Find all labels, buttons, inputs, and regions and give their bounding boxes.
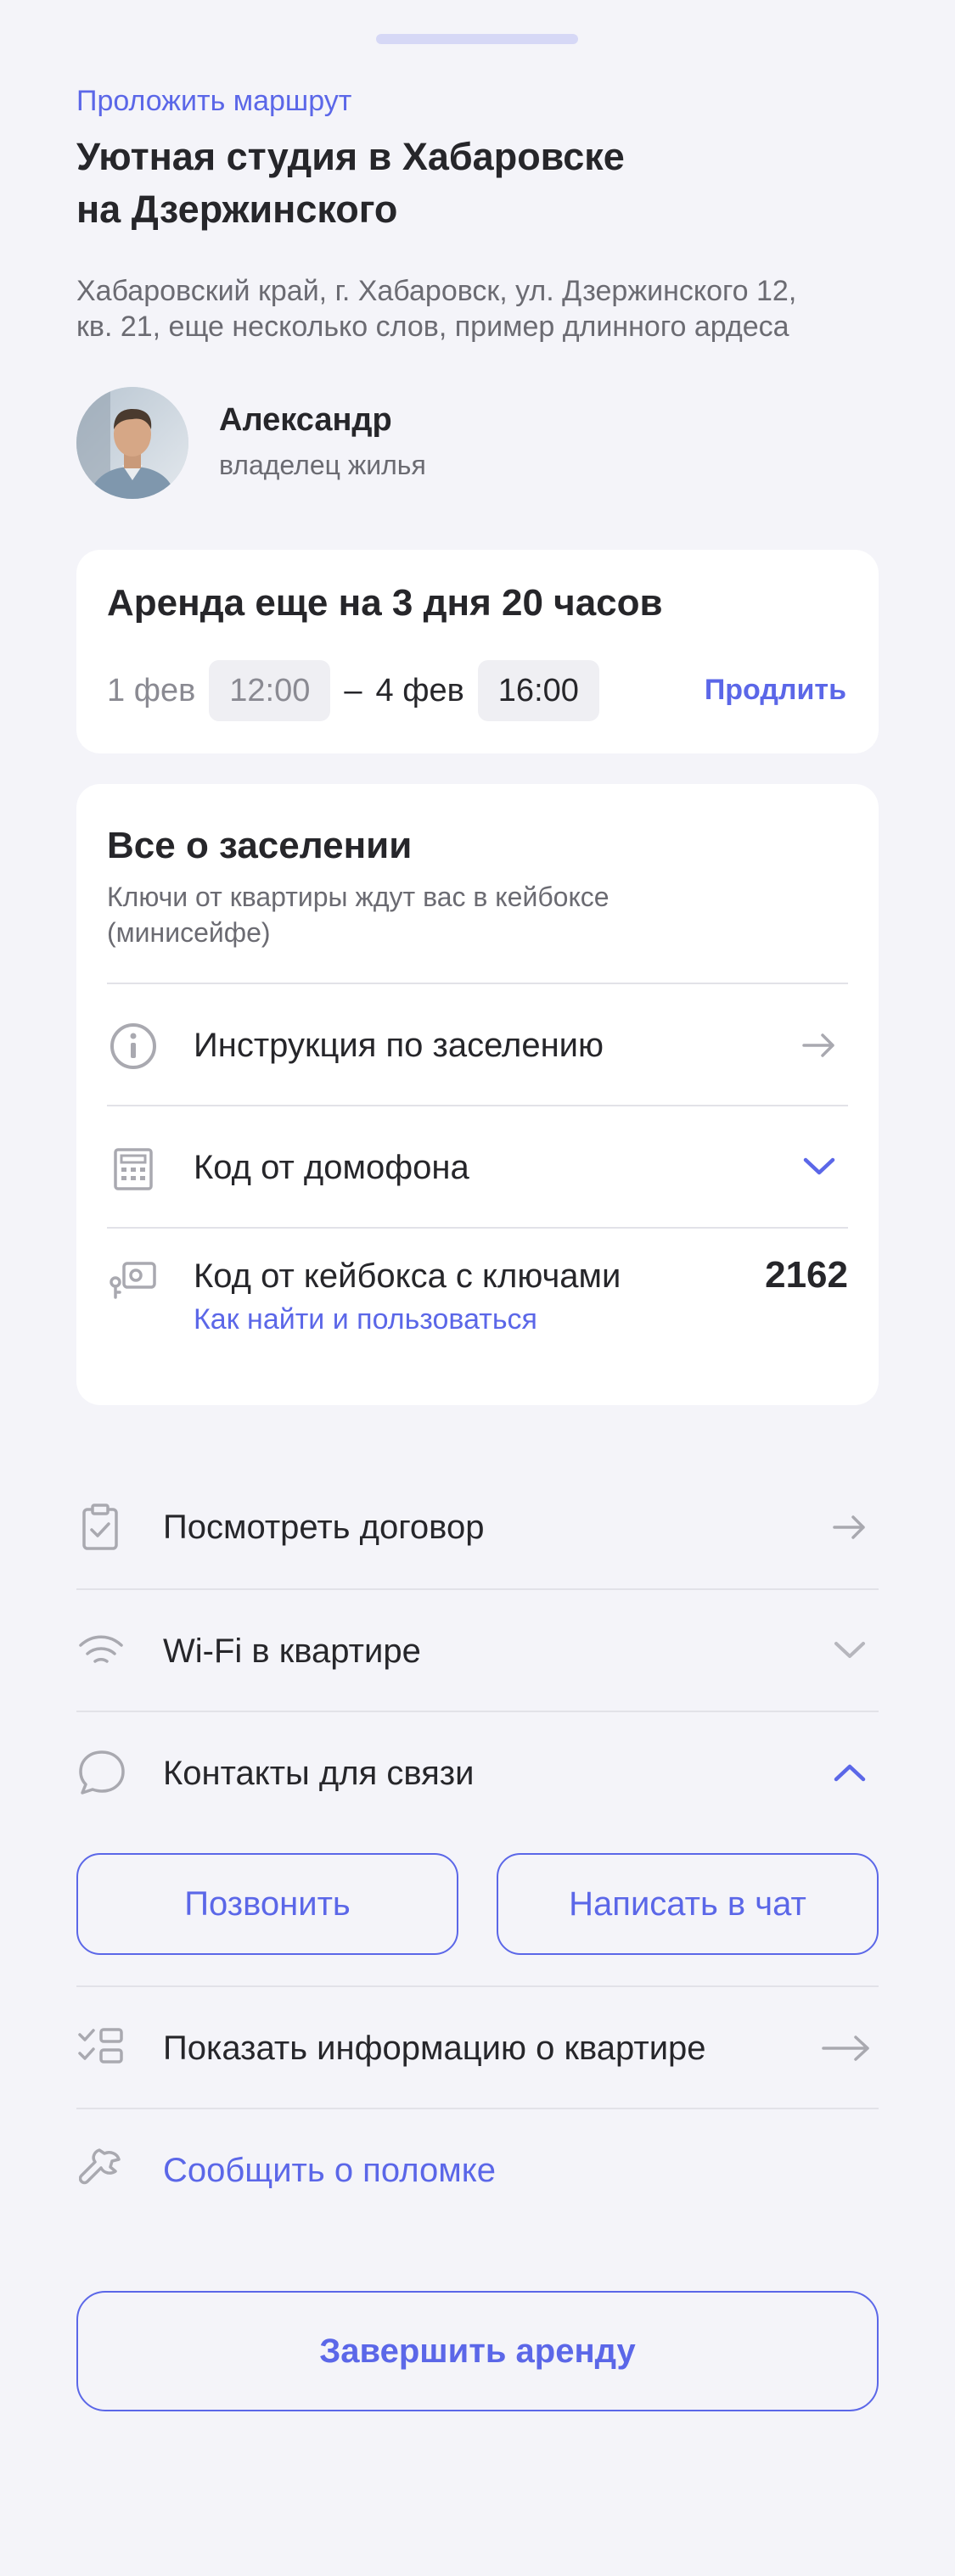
contract-row[interactable]: Посмотреть договор <box>76 1464 879 1590</box>
call-button[interactable]: Позвонить <box>76 1853 458 1955</box>
arrow-right-icon <box>833 1514 867 1541</box>
report-breakdown-row[interactable]: Сообщить о поломке <box>76 2109 879 2230</box>
listing-title: Уютная студия в Хабаровске на Дзержинско… <box>76 131 840 236</box>
owner-name: Александр <box>219 402 392 438</box>
keybox-label: Код от кейбокса с ключами <box>194 1257 621 1295</box>
listing-address: Хабаровский край, г. Хабаровск, ул. Дзер… <box>76 273 891 344</box>
checkin-subtitle-line1: Ключи от квартиры ждут вас в кейбоксе <box>107 882 610 912</box>
chat-bubble-icon <box>76 1748 127 1797</box>
rent-end-time: 16:00 <box>497 672 579 708</box>
checkin-subtitle-line2: (минисейфе) <box>107 917 271 948</box>
contacts-label: Контакты для связи <box>163 1755 475 1792</box>
listing-title-line2: на Дзержинского <box>76 188 398 231</box>
checkin-title: Все о заселении <box>107 825 413 866</box>
rent-start-date: 1 фев <box>107 672 196 708</box>
rent-end-time-box: 16:00 <box>477 660 599 721</box>
rent-remaining-title: Аренда еще на 3 дня 20 часов <box>107 582 663 624</box>
route-link[interactable]: Проложить маршрут <box>76 85 351 118</box>
address-line1: Хабаровский край, г. Хабаровск, ул. Дзер… <box>76 275 797 307</box>
checkin-subtitle: Ключи от квартиры ждут вас в кейбоксе (м… <box>107 879 752 950</box>
owner-avatar[interactable] <box>76 387 188 499</box>
arrow-right-icon <box>821 2033 872 2064</box>
instructions-label: Инструкция по заселению <box>194 1027 604 1064</box>
wifi-row[interactable]: Wi-Fi в квартире <box>76 1590 879 1711</box>
clipboard-check-icon <box>76 1500 124 1554</box>
arrow-right-icon <box>802 1030 836 1061</box>
sheet-drag-handle[interactable] <box>376 34 578 44</box>
apartment-info-label: Показать информацию о квартире <box>163 2030 706 2067</box>
checkin-instructions-row[interactable]: Инструкция по заселению <box>107 984 848 1105</box>
keybox-help-link[interactable]: Как найти и пользоваться <box>194 1303 537 1336</box>
checkin-card: Все о заселении Ключи от квартиры ждут в… <box>76 784 879 1405</box>
checkin-intercom-row[interactable]: Код от домофона <box>107 1106 848 1227</box>
checkin-keybox-row: Код от кейбокса с ключами Как найти и по… <box>107 1229 848 1364</box>
chevron-down-icon <box>802 1154 836 1179</box>
extend-rent-button[interactable]: Продлить <box>705 674 846 707</box>
finish-rent-button[interactable]: Завершить аренду <box>76 2291 879 2411</box>
wifi-icon <box>76 1629 126 1672</box>
wifi-label: Wi-Fi в квартире <box>163 1632 421 1670</box>
report-breakdown-label: Сообщить о поломке <box>163 2152 496 2189</box>
rent-end-date: 4 фев <box>375 672 464 708</box>
listing-title-line1: Уютная студия в Хабаровске <box>76 135 625 178</box>
keybox-code: 2162 <box>765 1254 848 1296</box>
chevron-down-icon <box>833 1638 867 1663</box>
rent-period: 1 фев 12:00 – 4 фев 16:00 <box>107 660 599 721</box>
owner-role: владелец жилья <box>219 450 426 480</box>
rent-card: Аренда еще на 3 дня 20 часов 1 фев 12:00… <box>76 550 879 753</box>
chat-button[interactable]: Написать в чат <box>497 1853 879 1955</box>
contract-label: Посмотреть договор <box>163 1509 485 1546</box>
info-icon <box>107 1020 160 1072</box>
intercom-label: Код от домофона <box>194 1149 469 1186</box>
rent-period-separator: – <box>344 672 362 708</box>
address-line2: кв. 21, еще несколько слов, пример длинн… <box>76 311 789 343</box>
contacts-row[interactable]: Контакты для связи <box>76 1712 879 1833</box>
chevron-up-icon <box>833 1760 867 1785</box>
intercom-keypad-icon <box>107 1144 160 1195</box>
rent-start-time: 12:00 <box>229 672 311 708</box>
wrench-icon <box>76 2147 126 2194</box>
apartment-info-row[interactable]: Показать информацию о квартире <box>76 1987 879 2108</box>
keybox-icon <box>107 1256 160 1303</box>
bottom-sheet: Проложить маршрут Уютная студия в Хабаро… <box>0 0 955 2576</box>
checklist-icon <box>76 2024 126 2070</box>
rent-start-time-box: 12:00 <box>209 660 331 721</box>
